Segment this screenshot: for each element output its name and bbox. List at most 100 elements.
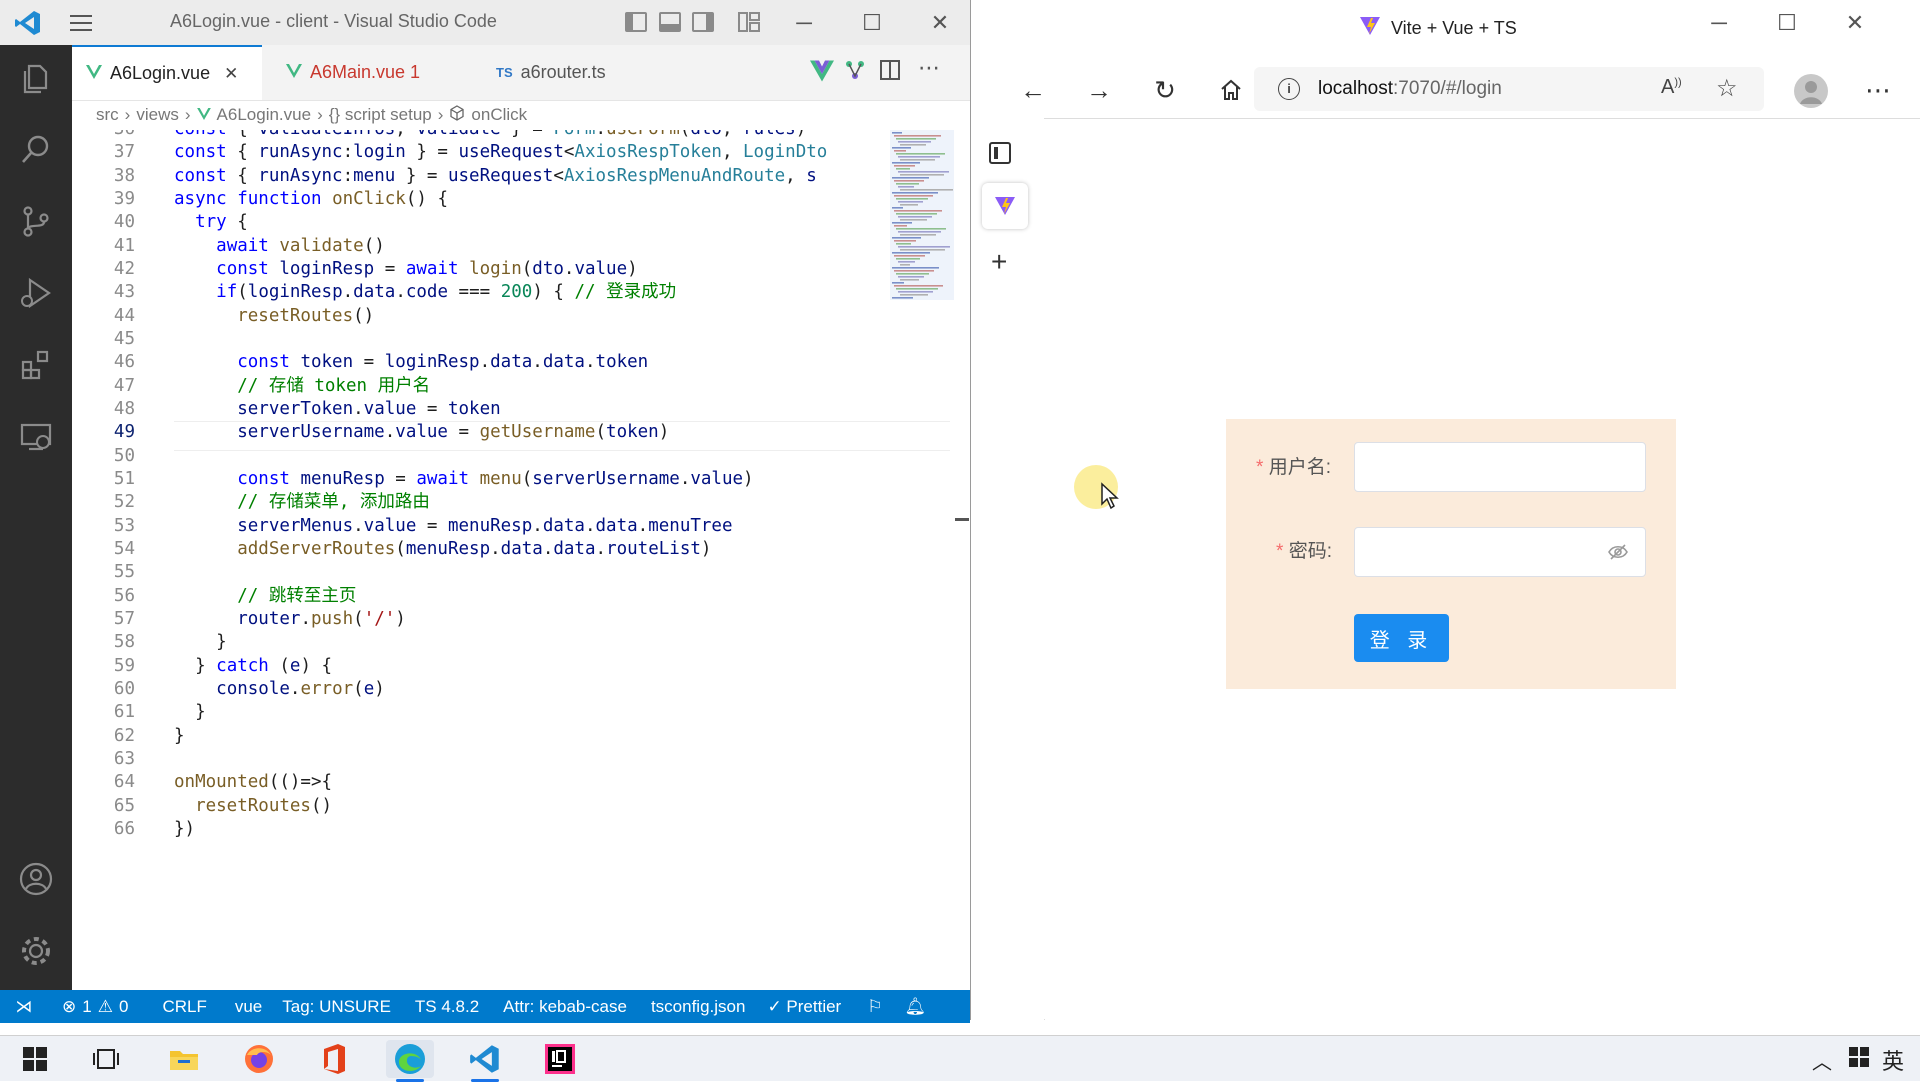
- code-line[interactable]: 48 serverToken.value = token: [72, 398, 952, 421]
- code-line[interactable]: 45: [72, 328, 952, 351]
- close-button[interactable]: ✕: [918, 6, 962, 40]
- code-line[interactable]: 50: [72, 445, 952, 468]
- search-icon[interactable]: [14, 127, 58, 171]
- split-editor-icon[interactable]: [880, 60, 900, 80]
- code-line[interactable]: 64 onMounted(()=>{: [72, 771, 952, 794]
- tab-a6main[interactable]: A6Main.vue 1: [272, 45, 447, 100]
- tab-a6login[interactable]: A6Login.vue ✕: [72, 45, 262, 100]
- breadcrumb-item[interactable]: src: [96, 105, 119, 125]
- breadcrumb-item[interactable]: onClick: [471, 105, 527, 125]
- accounts-icon[interactable]: [14, 857, 58, 901]
- url-text[interactable]: localhost:7070/#/login: [1318, 78, 1502, 100]
- status-language[interactable]: vue: [235, 997, 262, 1017]
- home-icon[interactable]: [1209, 68, 1253, 112]
- code-line[interactable]: 52 // 存储菜单, 添加路由: [72, 491, 952, 514]
- settings-more-icon[interactable]: ⋯: [1856, 68, 1900, 112]
- code-line[interactable]: 42 const loginResp = await login(dto.val…: [72, 258, 952, 281]
- code-line[interactable]: 38 const { runAsync:menu } = useRequest<A…: [72, 165, 952, 188]
- intellij-idea-icon[interactable]: [536, 1040, 584, 1078]
- refresh-icon[interactable]: ↻: [1143, 68, 1187, 112]
- vscode-taskbar-icon[interactable]: [461, 1040, 509, 1082]
- breadcrumb-item[interactable]: views: [136, 105, 179, 125]
- code-line[interactable]: 46 const token = loginResp.data.data.tok…: [72, 351, 952, 374]
- info-icon[interactable]: i: [1278, 78, 1300, 100]
- input-method-grid-icon[interactable]: [1848, 1046, 1870, 1073]
- login-button[interactable]: 登 录: [1354, 614, 1449, 662]
- minimap[interactable]: [890, 130, 954, 300]
- code-line[interactable]: 66}): [72, 818, 952, 841]
- code-editor[interactable]: 36 const { validateInfos, validate } = Fo…: [72, 130, 952, 990]
- username-input[interactable]: [1354, 442, 1646, 492]
- back-arrow-icon[interactable]: ←: [1011, 68, 1055, 112]
- file-explorer-icon[interactable]: [160, 1040, 208, 1078]
- ime-language-indicator[interactable]: 英: [1882, 1044, 1904, 1076]
- remote-explorer-icon[interactable]: [14, 415, 58, 459]
- settings-gear-icon[interactable]: [14, 929, 58, 973]
- feedback-icon[interactable]: ⚐: [867, 997, 882, 1017]
- code-line[interactable]: 44 resetRoutes(): [72, 305, 952, 328]
- firefox-icon[interactable]: [235, 1040, 283, 1078]
- office-icon[interactable]: [310, 1040, 358, 1078]
- eye-invisible-icon[interactable]: [1607, 542, 1629, 567]
- favorites-add-icon[interactable]: ☆: [1716, 74, 1738, 103]
- toggle-panel-icon[interactable]: [659, 12, 681, 32]
- toggle-primary-sidebar-icon[interactable]: [625, 12, 647, 32]
- vue-component-tree-icon[interactable]: [844, 59, 866, 86]
- maximize-button[interactable]: ☐: [1765, 6, 1809, 40]
- new-tab-plus-icon[interactable]: +: [991, 246, 1007, 278]
- run-debug-icon[interactable]: [14, 271, 58, 315]
- code-line[interactable]: 36 const { validateInfos, validate } = Fo…: [72, 130, 952, 141]
- status-tag[interactable]: Tag: UNSURE: [282, 997, 391, 1017]
- hamburger-menu-icon[interactable]: [64, 10, 98, 36]
- forward-arrow-icon[interactable]: →: [1077, 68, 1121, 112]
- tab-actions-icon[interactable]: [989, 142, 1011, 164]
- browser-tab[interactable]: Vite + Vue + TS: [1359, 16, 1517, 41]
- minimize-button[interactable]: ─: [1697, 6, 1741, 40]
- code-line[interactable]: 61 }: [72, 701, 952, 724]
- toggle-secondary-sidebar-icon[interactable]: [692, 12, 714, 32]
- code-line[interactable]: 56 // 跳转至主页: [72, 585, 952, 608]
- read-aloud-icon[interactable]: A)): [1661, 76, 1682, 99]
- status-tsconfig[interactable]: tsconfig.json: [651, 997, 746, 1017]
- code-line[interactable]: 43 if(loginResp.data.code === 200) { // …: [72, 281, 952, 304]
- minimize-button[interactable]: ─: [782, 6, 826, 40]
- vertical-tab-vite[interactable]: [982, 183, 1028, 229]
- editor-scrollbar[interactable]: [955, 130, 969, 990]
- tab-a6router[interactable]: TS a6router.ts: [482, 45, 662, 100]
- code-line[interactable]: 47 // 存储 token 用户名: [72, 375, 952, 398]
- code-line[interactable]: 63: [72, 748, 952, 771]
- profile-avatar[interactable]: [1794, 74, 1828, 108]
- more-actions-icon[interactable]: ⋯: [918, 55, 940, 81]
- show-hidden-icons-chevron[interactable]: ︿: [1812, 1046, 1832, 1075]
- code-line[interactable]: 49 serverUsername.value = getUsername(to…: [72, 421, 952, 444]
- tab-close-icon[interactable]: ✕: [224, 64, 238, 84]
- code-line[interactable]: 37 const { runAsync:login } = useRequest<…: [72, 141, 952, 164]
- code-line[interactable]: 40 try {: [72, 211, 952, 234]
- vue-preview-icon[interactable]: [810, 60, 834, 87]
- code-line[interactable]: 39 async function onClick() {: [72, 188, 952, 211]
- status-eol[interactable]: CRLF: [162, 997, 206, 1017]
- close-button[interactable]: ✕: [1833, 6, 1877, 40]
- code-line[interactable]: 58 }: [72, 631, 952, 654]
- source-control-icon[interactable]: [14, 199, 58, 243]
- code-line[interactable]: 62}: [72, 725, 952, 748]
- code-line[interactable]: 54 addServerRoutes(menuResp.data.data.ro…: [72, 538, 952, 561]
- status-prettier[interactable]: ✓ Prettier: [767, 997, 841, 1017]
- maximize-button[interactable]: ☐: [850, 6, 894, 40]
- code-line[interactable]: 41 await validate(): [72, 235, 952, 258]
- code-line[interactable]: 65 resetRoutes(): [72, 795, 952, 818]
- customize-layout-icon[interactable]: [738, 12, 760, 32]
- breadcrumb-item[interactable]: {} script setup: [329, 105, 432, 125]
- remote-indicator-icon[interactable]: ⋊: [0, 997, 48, 1017]
- breadcrumb-item[interactable]: A6Login.vue: [217, 105, 312, 125]
- code-line[interactable]: 53 serverMenus.value = menuResp.data.dat…: [72, 515, 952, 538]
- extensions-icon[interactable]: [14, 343, 58, 387]
- code-line[interactable]: 51 const menuResp = await menu(serverUse…: [72, 468, 952, 491]
- problems-indicator[interactable]: ⊗ 1 ⚠ 0: [62, 997, 128, 1017]
- edge-taskbar-icon[interactable]: [386, 1040, 434, 1082]
- address-bar[interactable]: i localhost:7070/#/login A)) ☆: [1254, 67, 1764, 111]
- code-line[interactable]: 60 console.error(e): [72, 678, 952, 701]
- code-line[interactable]: 59 } catch (e) {: [72, 655, 952, 678]
- notifications-bell-icon[interactable]: 🔔︎: [904, 997, 926, 1017]
- code-line[interactable]: 57 router.push('/'): [72, 608, 952, 631]
